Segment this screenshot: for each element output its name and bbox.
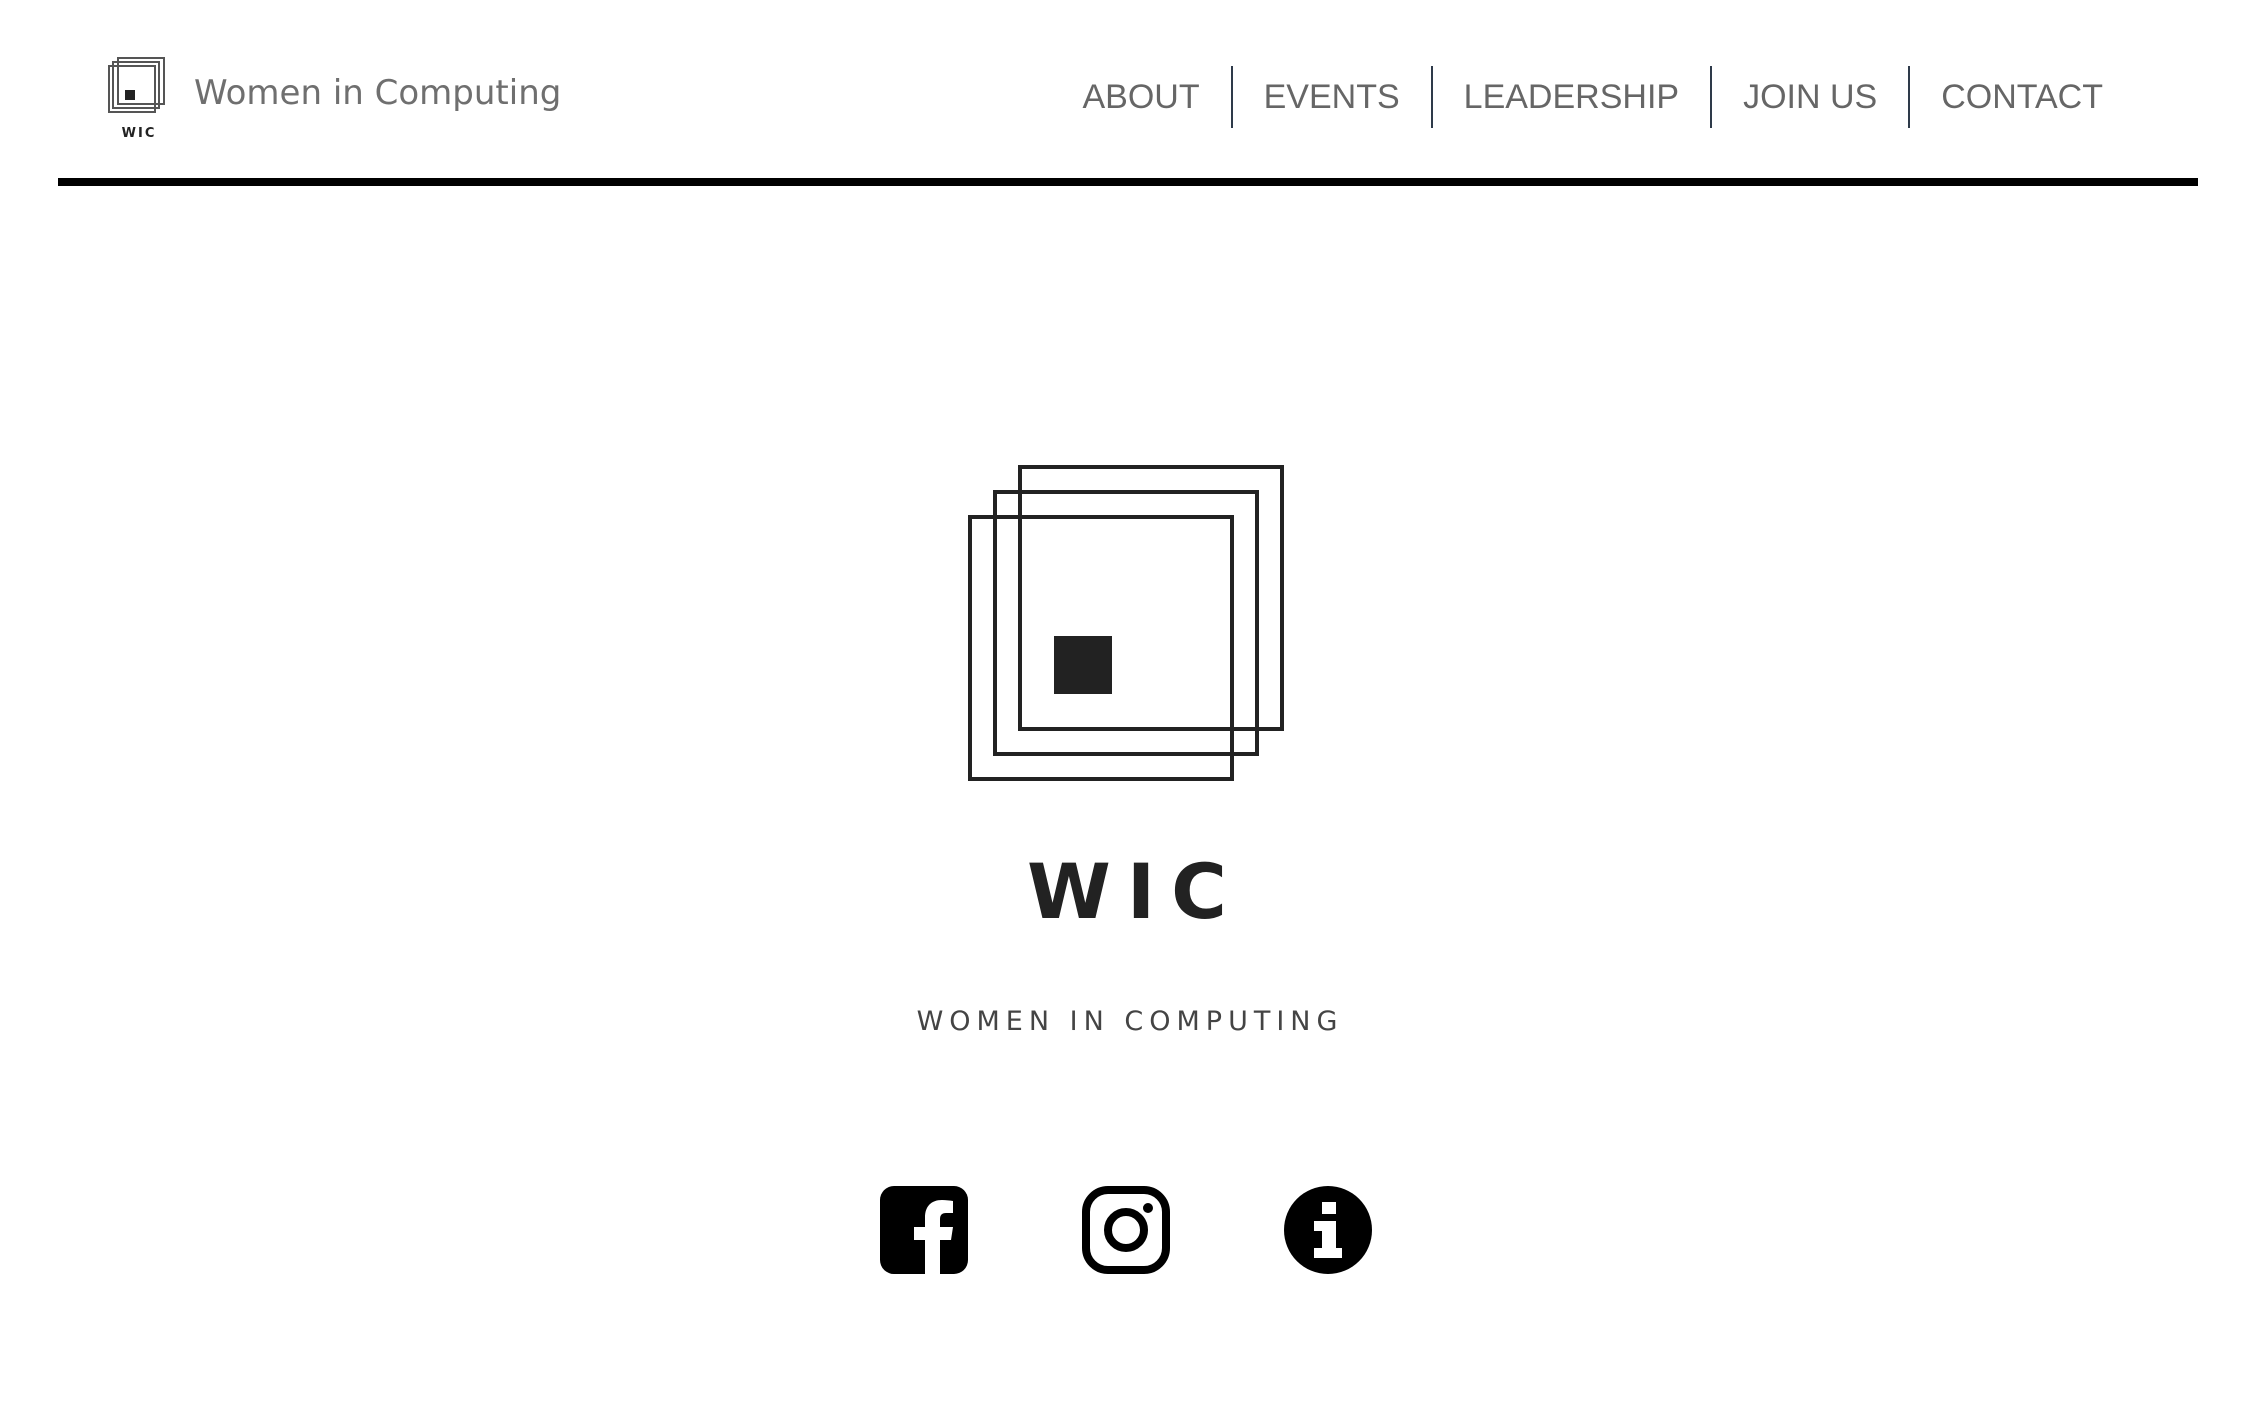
wic-logo-large-icon (966, 464, 1290, 788)
hero-title: WIC (1027, 847, 1243, 936)
info-icon[interactable] (1284, 1186, 1372, 1274)
nav-contact[interactable]: CONTACT (1910, 66, 2134, 128)
brand-home-link[interactable]: WIC Women in Computing (108, 52, 561, 152)
nav-join-us[interactable]: JOIN US (1712, 66, 1908, 128)
social-links (880, 1186, 1372, 1274)
facebook-icon[interactable] (880, 1186, 968, 1274)
nav-about[interactable]: ABOUT (1051, 66, 1230, 128)
instagram-icon[interactable] (1082, 1186, 1170, 1274)
wic-logo-icon: WIC (108, 52, 174, 144)
site-title: Women in Computing (194, 73, 562, 113)
nav-events[interactable]: EVENTS (1233, 66, 1431, 128)
site-header: WIC Women in Computing ABOUT EVENTS LEAD… (58, 0, 2198, 186)
header-divider (58, 178, 2198, 186)
hero-subtitle: WOMEN IN COMPUTING (916, 1006, 1344, 1037)
logo-text: WIC (121, 126, 157, 141)
nav-leadership[interactable]: LEADERSHIP (1433, 66, 1710, 128)
hero-section: WIC WOMEN IN COMPUTING (0, 186, 2254, 1426)
main-nav: ABOUT EVENTS LEADERSHIP JOIN US CONTACT (1051, 66, 2134, 128)
